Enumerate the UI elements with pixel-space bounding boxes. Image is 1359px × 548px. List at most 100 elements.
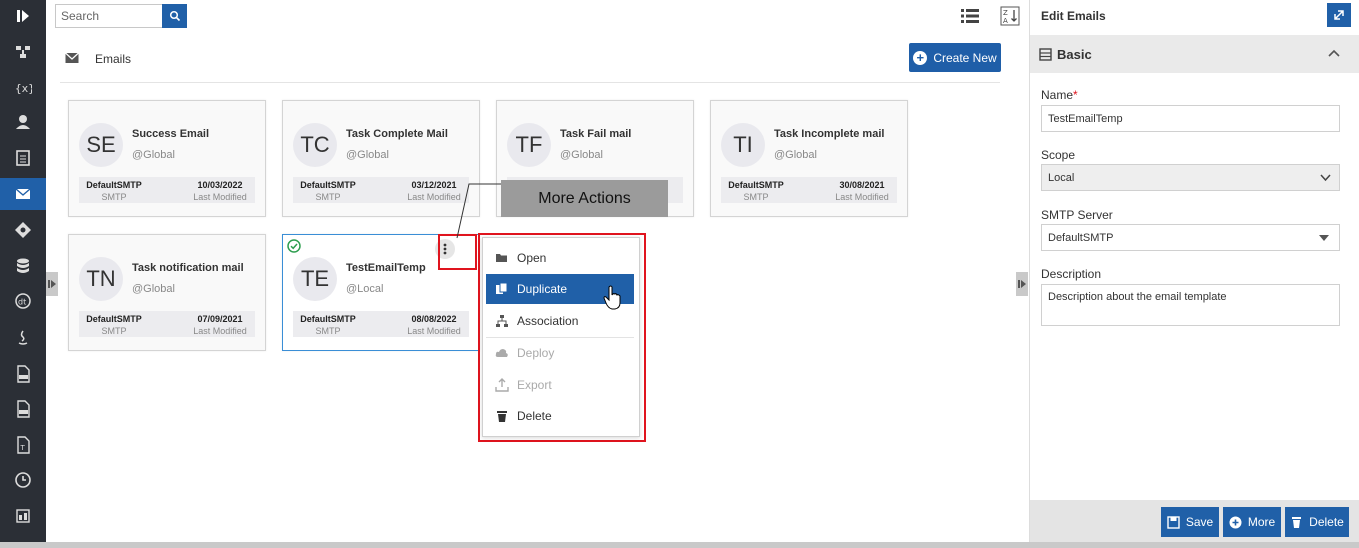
search-icon: [169, 10, 180, 22]
email-card-task-notification-mail[interactable]: TN Task notification mail @Global Defaul…: [68, 234, 266, 351]
card-scope: @Global: [132, 149, 175, 161]
card-avatar: TI: [721, 123, 765, 167]
card-server: DefaultSMTP: [728, 180, 784, 190]
card-server-type: SMTP: [315, 326, 341, 336]
panel-footer: Save More Delete: [1030, 500, 1359, 542]
panel-title: Edit Emails: [1041, 9, 1106, 23]
database-icon[interactable]: [0, 250, 46, 282]
create-new-button[interactable]: + Create New: [909, 43, 1001, 72]
card-footer: DefaultSMTP SMTP 10/03/2022 Last Modifie…: [79, 177, 255, 203]
expand-panel-button[interactable]: [1327, 3, 1351, 27]
card-title: Task Fail mail: [560, 128, 632, 140]
card-footer: DefaultSMTP SMTP 07/09/2021 Last Modifie…: [79, 311, 255, 337]
email-icon[interactable]: [0, 178, 46, 210]
copy-icon: [496, 282, 508, 294]
email-card-task-complete-mail[interactable]: TC Task Complete Mail @Global DefaultSMT…: [282, 100, 480, 217]
more-button[interactable]: More: [1223, 507, 1281, 537]
plus-circle-icon: [1229, 516, 1242, 528]
card-avatar: SE: [79, 123, 123, 167]
card-title: Task Incomplete mail: [774, 128, 885, 140]
svg-text:Z: Z: [1003, 9, 1008, 17]
delete-button[interactable]: Delete: [1285, 507, 1349, 537]
svg-text:T: T: [20, 444, 26, 452]
menu-item-open[interactable]: Open: [486, 243, 634, 273]
email-card-success-email[interactable]: SE Success Email @Global DefaultSMTP SMT…: [68, 100, 266, 217]
template-file-icon[interactable]: T: [0, 429, 46, 461]
app-logo-icon[interactable]: [0, 0, 46, 32]
decision-icon[interactable]: [0, 214, 46, 246]
list-view-icon[interactable]: [959, 6, 981, 26]
user-icon[interactable]: [0, 106, 46, 138]
card-avatar: TF: [507, 123, 551, 167]
basic-section-header[interactable]: Basic: [1030, 35, 1359, 73]
form-icon: [1039, 48, 1052, 61]
email-card-task-incomplete-mail[interactable]: TI Task Incomplete mail @Global DefaultS…: [710, 100, 908, 217]
card-server-type: SMTP: [743, 192, 769, 202]
save-button[interactable]: Save: [1161, 507, 1219, 537]
caret-right-icon: [1018, 280, 1026, 288]
left-panel-toggle[interactable]: [46, 272, 58, 296]
dotnet-icon[interactable]: dt: [0, 285, 46, 317]
description-textarea[interactable]: Description about the email template: [1041, 284, 1340, 326]
smtp-server-select-value: DefaultSMTP: [1048, 231, 1114, 244]
scope-select-value: Local: [1048, 171, 1075, 184]
menu-item-deploy[interactable]: Deploy: [486, 338, 634, 368]
card-avatar: TC: [293, 123, 337, 167]
delete-label: Delete: [1309, 515, 1344, 529]
menu-item-open-label: Open: [517, 251, 547, 265]
sitemap-icon: [496, 315, 508, 327]
save-icon: [1167, 515, 1180, 529]
card-title: TestEmailTemp: [346, 262, 426, 274]
menu-item-deploy-label: Deploy: [517, 346, 555, 360]
workflow-icon[interactable]: [0, 36, 46, 68]
right-panel-toggle[interactable]: [1016, 272, 1028, 296]
check-circle-icon: [287, 239, 301, 253]
document-icon[interactable]: [0, 142, 46, 174]
card-server: DefaultSMTP: [300, 314, 356, 324]
chevron-down-icon: [1320, 174, 1331, 182]
card-title: Task Complete Mail: [346, 128, 448, 140]
csv-file-icon[interactable]: [0, 393, 46, 425]
horizontal-scrollbar[interactable]: [0, 542, 1359, 548]
scope-label: Scope: [1041, 148, 1076, 162]
trash-icon: [1292, 516, 1302, 528]
smtp-server-select[interactable]: DefaultSMTP: [1041, 224, 1340, 251]
folder-open-icon: [496, 254, 507, 262]
more-actions-menu: Open Duplicate Association Deploy Export…: [482, 237, 640, 437]
search-button[interactable]: [162, 4, 187, 28]
menu-item-delete[interactable]: Delete: [486, 401, 634, 431]
menu-item-export[interactable]: Export: [486, 370, 634, 400]
card-date: 07/09/2021: [197, 314, 243, 324]
variables-icon[interactable]: {x}: [0, 72, 46, 104]
card-footer: DefaultSMTP SMTP 03/12/2021 Last Modifie…: [293, 177, 469, 203]
clock-icon[interactable]: [0, 464, 46, 496]
chevron-up-icon[interactable]: [1328, 49, 1340, 57]
cloud-upload-icon: [495, 349, 508, 357]
menu-item-delete-label: Delete: [517, 409, 552, 423]
report-icon[interactable]: [0, 500, 46, 532]
search-bar: [55, 4, 187, 28]
hand-cursor-icon: [603, 285, 621, 310]
name-label: Name*: [1041, 88, 1078, 102]
card-date: 10/03/2022: [197, 180, 243, 190]
txt-file-icon[interactable]: [0, 358, 46, 390]
card-scope: @Global: [560, 149, 603, 161]
java-icon[interactable]: [0, 322, 46, 354]
card-server: DefaultSMTP: [86, 180, 142, 190]
card-footer: DefaultSMTP SMTP 08/08/2022 Last Modifie…: [293, 311, 469, 337]
card-scope: @Global: [132, 283, 175, 295]
trash-icon: [497, 411, 507, 422]
card-server-type: SMTP: [101, 326, 127, 336]
left-nav-rail: {x} dt T: [0, 0, 46, 548]
sort-az-icon[interactable]: ZA: [999, 6, 1021, 26]
card-title: Success Email: [132, 128, 210, 140]
scope-select[interactable]: Local: [1041, 164, 1340, 191]
search-input[interactable]: [55, 4, 162, 28]
card-date-label: Last Modified: [193, 326, 247, 336]
name-input[interactable]: TestEmailTemp: [1041, 105, 1340, 132]
card-scope: @Local: [346, 283, 384, 295]
plus-circle-icon: +: [913, 50, 928, 65]
export-icon: [495, 378, 509, 392]
card-footer: DefaultSMTP SMTP 30/08/2021 Last Modifie…: [721, 177, 897, 203]
expand-icon: [1334, 10, 1344, 20]
